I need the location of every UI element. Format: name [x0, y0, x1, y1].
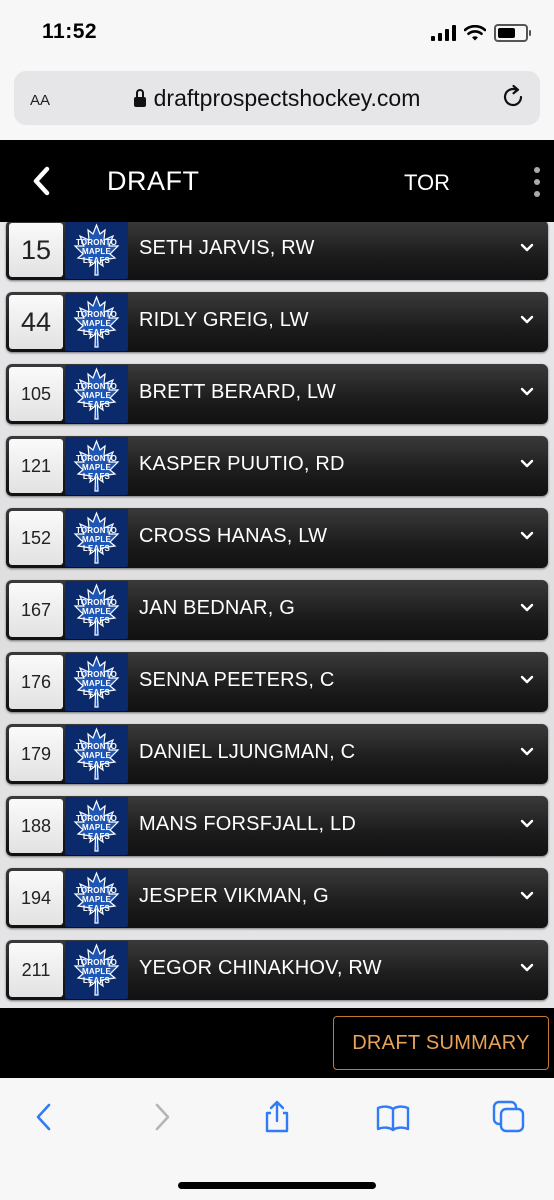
- chevron-down-icon[interactable]: [520, 603, 534, 613]
- pick-row[interactable]: 179 TORONTO MAPLE LEAFS DANIEL LJUNGMAN, C: [6, 724, 548, 784]
- chevron-down-icon[interactable]: [520, 963, 534, 973]
- app-header: DRAFT TOR: [0, 140, 554, 222]
- lock-icon: [133, 89, 146, 107]
- pick-row[interactable]: 105 TORONTO MAPLE LEAFS BRETT BERARD, LW: [6, 364, 548, 424]
- pick-row[interactable]: 44 TORONTO MAPLE LEAFS RIDLY GREIG, LW: [6, 292, 548, 352]
- home-indicator: [178, 1182, 376, 1189]
- back-arrow-icon[interactable]: [28, 164, 56, 198]
- pick-row[interactable]: 167 TORONTO MAPLE LEAFS JAN BEDNAR, G: [6, 580, 548, 640]
- chevron-down-icon[interactable]: [520, 243, 534, 253]
- chevron-down-icon[interactable]: [520, 819, 534, 829]
- status-bar: 11:52: [0, 0, 554, 68]
- wifi-icon: [464, 25, 486, 41]
- pick-number: 44: [9, 295, 63, 349]
- page-title: DRAFT: [107, 166, 200, 196]
- pick-number: 105: [9, 367, 63, 421]
- more-options-icon[interactable]: [534, 167, 540, 197]
- chevron-down-icon[interactable]: [520, 315, 534, 325]
- player-name: RIDLY GREIG, LW: [139, 309, 309, 331]
- chevron-down-icon[interactable]: [520, 459, 534, 469]
- browser-back-icon[interactable]: [28, 1100, 62, 1134]
- pick-number: 188: [9, 799, 63, 853]
- logo-text: TORONTO MAPLE LEAFS: [75, 814, 118, 841]
- pick-number: 167: [9, 583, 63, 637]
- maple-leafs-logo-icon: TORONTO MAPLE LEAFS: [65, 293, 128, 351]
- logo-text: TORONTO MAPLE LEAFS: [75, 670, 118, 697]
- player-name: CROSS HANAS, LW: [139, 525, 328, 547]
- player-name: JAN BEDNAR, G: [139, 597, 295, 619]
- logo-text: TORONTO MAPLE LEAFS: [75, 526, 118, 553]
- maple-leafs-logo-icon: TORONTO MAPLE LEAFS: [65, 365, 128, 423]
- browser-address-area: AA draftprospectshockey.com: [0, 68, 554, 140]
- status-time: 11:52: [42, 20, 98, 43]
- pick-number: 179: [9, 727, 63, 781]
- share-icon[interactable]: [260, 1100, 294, 1134]
- draft-pick-list: 15 TORONTO MAPLE LEAFS SETH JARVIS, RW 44 TORO…: [0, 222, 554, 1008]
- cellular-signal-icon: [431, 25, 456, 41]
- status-icons: [431, 24, 531, 42]
- logo-text: TORONTO MAPLE LEAFS: [75, 382, 118, 409]
- chevron-down-icon[interactable]: [520, 891, 534, 901]
- player-name: MANS FORSFJALL, LD: [139, 813, 356, 835]
- maple-leafs-logo-icon: TORONTO MAPLE LEAFS: [65, 222, 128, 279]
- maple-leafs-logo-icon: TORONTO MAPLE LEAFS: [65, 437, 128, 495]
- bookmarks-icon[interactable]: [376, 1100, 410, 1134]
- player-name: YEGOR CHINAKHOV, RW: [139, 957, 382, 979]
- reload-icon[interactable]: [500, 84, 526, 110]
- tabs-icon[interactable]: [492, 1100, 526, 1134]
- pick-number: 211: [9, 943, 63, 997]
- maple-leafs-logo-icon: TORONTO MAPLE LEAFS: [65, 581, 128, 639]
- player-name: SENNA PEETERS, C: [139, 669, 335, 691]
- pick-number: 176: [9, 655, 63, 709]
- maple-leafs-logo-icon: TORONTO MAPLE LEAFS: [65, 797, 128, 855]
- address-bar[interactable]: AA draftprospectshockey.com: [14, 71, 540, 125]
- battery-icon: [494, 24, 531, 42]
- logo-text: TORONTO MAPLE LEAFS: [75, 454, 118, 481]
- pick-row[interactable]: 176 TORONTO MAPLE LEAFS SENNA PEETERS, C: [6, 652, 548, 712]
- pick-row[interactable]: 15 TORONTO MAPLE LEAFS SETH JARVIS, RW: [6, 222, 548, 280]
- draft-summary-button[interactable]: DRAFT SUMMARY: [333, 1016, 549, 1070]
- pick-number: 15: [9, 223, 63, 277]
- logo-text: TORONTO MAPLE LEAFS: [75, 886, 118, 913]
- app-footer: DRAFT SUMMARY: [0, 1008, 554, 1078]
- url-text: draftprospectshockey.com: [153, 85, 421, 111]
- chevron-down-icon[interactable]: [520, 675, 534, 685]
- chevron-down-icon[interactable]: [520, 531, 534, 541]
- pick-row[interactable]: 121 TORONTO MAPLE LEAFS KASPER PUUTIO, RD: [6, 436, 548, 496]
- maple-leafs-logo-icon: TORONTO MAPLE LEAFS: [65, 653, 128, 711]
- pick-number: 121: [9, 439, 63, 493]
- chevron-down-icon[interactable]: [520, 747, 534, 757]
- maple-leafs-logo-icon: TORONTO MAPLE LEAFS: [65, 725, 128, 783]
- pick-row[interactable]: 194 TORONTO MAPLE LEAFS JESPER VIKMAN, G: [6, 868, 548, 928]
- browser-forward-icon[interactable]: [144, 1100, 178, 1134]
- logo-text: TORONTO MAPLE LEAFS: [75, 742, 118, 769]
- browser-toolbar: [0, 1078, 554, 1200]
- team-code: TOR: [404, 170, 451, 195]
- logo-text: TORONTO MAPLE LEAFS: [75, 598, 118, 625]
- chevron-down-icon[interactable]: [520, 387, 534, 397]
- url-display[interactable]: draftprospectshockey.com: [14, 85, 540, 112]
- pick-number: 194: [9, 871, 63, 925]
- pick-row[interactable]: 152 TORONTO MAPLE LEAFS CROSS HANAS, LW: [6, 508, 548, 568]
- logo-text: TORONTO MAPLE LEAFS: [75, 238, 118, 265]
- maple-leafs-logo-icon: TORONTO MAPLE LEAFS: [65, 869, 128, 927]
- pick-row[interactable]: 211 TORONTO MAPLE LEAFS YEGOR CHINAKHOV, RW: [6, 940, 548, 1000]
- player-name: JESPER VIKMAN, G: [139, 885, 329, 907]
- player-name: SETH JARVIS, RW: [139, 237, 315, 259]
- pick-row[interactable]: 188 TORONTO MAPLE LEAFS MANS FORSFJALL, LD: [6, 796, 548, 856]
- logo-text: TORONTO MAPLE LEAFS: [75, 958, 118, 985]
- pick-number: 152: [9, 511, 63, 565]
- maple-leafs-logo-icon: TORONTO MAPLE LEAFS: [65, 509, 128, 567]
- player-name: DANIEL LJUNGMAN, C: [139, 741, 356, 763]
- maple-leafs-logo-icon: TORONTO MAPLE LEAFS: [65, 941, 128, 999]
- logo-text: TORONTO MAPLE LEAFS: [75, 310, 118, 337]
- player-name: KASPER PUUTIO, RD: [139, 453, 345, 475]
- player-name: BRETT BERARD, LW: [139, 381, 336, 403]
